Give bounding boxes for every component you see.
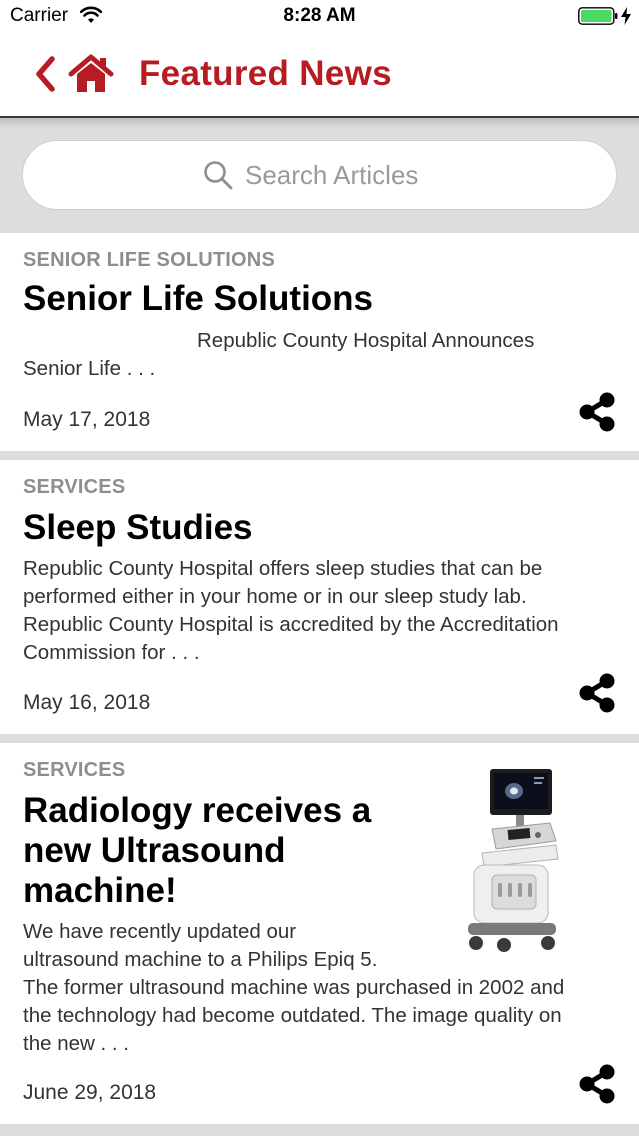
ultrasound-machine-image — [468, 769, 559, 952]
article-date: June 29, 2018 — [23, 1081, 157, 1104]
article-title: Sleep Studies — [23, 508, 253, 547]
article-excerpt-line: the technology had become outdated. The … — [23, 1004, 562, 1027]
search-box[interactable] — [22, 140, 617, 210]
article-card-sleep-studies[interactable]: SERVICES Sleep Studies Republic County H… — [0, 460, 639, 734]
article-excerpt-line: Republic County Hospital is accredited b… — [23, 613, 559, 636]
article-date: May 17, 2018 — [23, 408, 151, 431]
article-separator — [0, 451, 639, 460]
search-bar-container — [0, 118, 639, 233]
article-excerpt-line: Commission for . . . — [23, 641, 200, 664]
article-separator — [0, 734, 639, 743]
page-title: Featured News — [139, 54, 392, 93]
charging-icon — [621, 7, 631, 25]
article-title: Senior Life Solutions — [23, 279, 374, 318]
home-icon[interactable] — [68, 54, 114, 94]
status-time: 8:28 AM — [283, 5, 356, 26]
article-date: May 16, 2018 — [23, 691, 151, 714]
share-icon[interactable] — [576, 672, 618, 714]
battery-icon — [578, 7, 618, 25]
article-excerpt-line: Republic County Hospital Announces — [197, 329, 535, 352]
nav-bar: Featured News — [0, 34, 639, 118]
article-card-radiology-ultrasound[interactable]: SERVICES Radiology receives a new Ultras… — [0, 743, 639, 1124]
article-category: SENIOR LIFE SOLUTIONS — [23, 249, 275, 271]
article-card-senior-life-solutions[interactable]: SENIOR LIFE SOLUTIONS Senior Life Soluti… — [0, 233, 639, 451]
article-title-line: Radiology receives a — [23, 791, 372, 830]
search-icon — [204, 161, 233, 190]
search-input[interactable] — [245, 155, 585, 195]
chevron-left-icon[interactable] — [34, 56, 56, 92]
article-excerpt-line: ultrasound machine to a Philips Epiq 5. — [23, 948, 378, 971]
nav-shadow — [0, 118, 639, 128]
article-excerpt-line: The former ultrasound machine was purcha… — [23, 976, 565, 999]
share-icon[interactable] — [576, 391, 618, 433]
article-excerpt-line: Senior Life . . . — [23, 357, 156, 380]
article-excerpt-line: the new . . . — [23, 1032, 129, 1055]
article-category: SERVICES — [23, 476, 126, 498]
share-icon[interactable] — [576, 1063, 618, 1105]
article-excerpt-line: performed either in your home or in our … — [23, 585, 527, 608]
article-excerpt-line: Republic County Hospital offers sleep st… — [23, 557, 543, 580]
article-title-line: machine! — [23, 871, 177, 910]
article-category: SERVICES — [23, 759, 126, 781]
article-excerpt-line: We have recently updated our — [23, 920, 297, 943]
status-bar: Carrier 8:28 AM — [0, 0, 639, 34]
article-title-line: new Ultrasound — [23, 831, 286, 870]
article-separator — [0, 1124, 639, 1136]
